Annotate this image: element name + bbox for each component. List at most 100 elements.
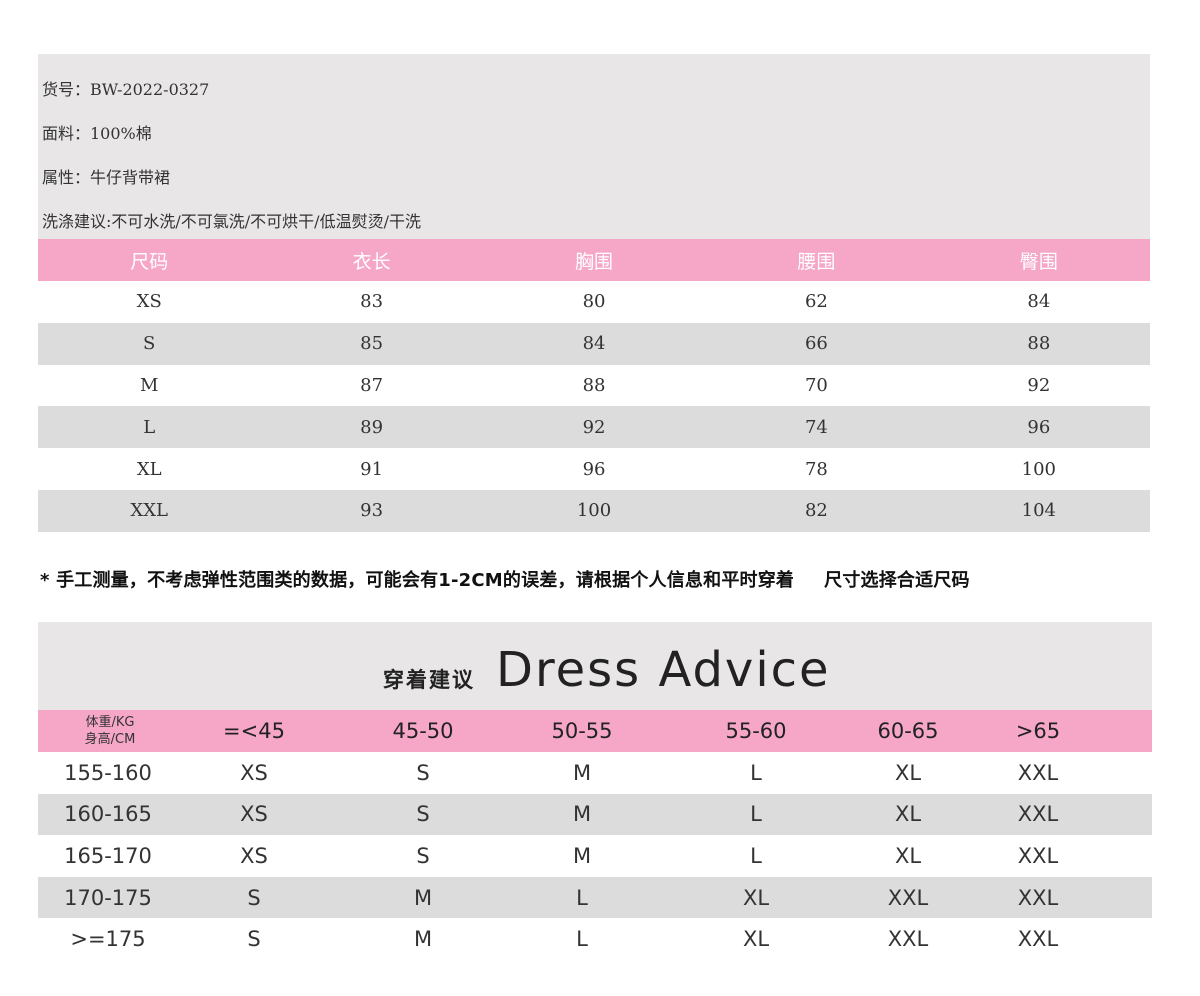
size-table-header: 尺码 衣长 胸围 腰围 臀围 bbox=[38, 239, 1150, 281]
measurement-cell: 80 bbox=[582, 291, 606, 313]
measurement-cell: 91 bbox=[360, 458, 384, 480]
measurement-cell: 62 bbox=[804, 291, 828, 313]
recommended-size: M bbox=[572, 760, 592, 785]
recommended-size: XXL bbox=[1017, 802, 1059, 827]
recommended-size: M bbox=[572, 843, 592, 868]
table-row: XS 83 80 62 84 bbox=[38, 281, 1150, 323]
recommended-size: L bbox=[576, 927, 588, 952]
table-row: L 89 92 74 96 bbox=[38, 406, 1150, 449]
measurement-cell: 88 bbox=[1027, 333, 1051, 355]
recommended-size: XL bbox=[894, 843, 922, 868]
recommended-size: XXL bbox=[887, 885, 929, 910]
table-row: 170-175 S M L XL XXL XXL bbox=[38, 876, 1152, 919]
weight-range-header: 55-60 bbox=[725, 719, 787, 743]
header-cell: 胸围 bbox=[575, 250, 614, 273]
corner-label: 体重/KG 身高/CM bbox=[85, 714, 136, 748]
size-label: XXL bbox=[130, 500, 168, 522]
recommended-size: XS bbox=[240, 843, 268, 868]
table-row: 165-170 XS S M L XL XXL bbox=[38, 835, 1152, 877]
weight-range-header: 50-55 bbox=[551, 719, 613, 743]
weight-range-header: =<45 bbox=[223, 719, 285, 743]
advice-table-header: 体重/KG 身高/CM =<45 45-50 50-55 55-60 60-65 >65 bbox=[38, 710, 1152, 752]
size-label: XL bbox=[136, 458, 162, 480]
recommended-size: M bbox=[413, 927, 433, 952]
fabric: 面料：100%棉 bbox=[42, 124, 152, 143]
measurement-cell: 104 bbox=[1021, 500, 1056, 522]
height-range: 155-160 bbox=[64, 760, 152, 785]
recommended-size: XL bbox=[894, 802, 922, 827]
table-row: 155-160 XS S M L XL XXL bbox=[38, 752, 1152, 794]
washing-advice: 洗涤建议:不可水洗/不可氯洗/不可烘干/低温熨烫/干洗 bbox=[42, 212, 421, 231]
recommended-size: XXL bbox=[887, 927, 929, 952]
table-row: XXL 93 100 82 104 bbox=[38, 489, 1150, 532]
measurement-cell: 96 bbox=[582, 458, 606, 480]
measurement-cell: 84 bbox=[1027, 291, 1051, 313]
note-text: * 手工测量，不考虑弹性范围类的数据，可能会有1-2CM的误差，请根据个人信息和… bbox=[40, 570, 795, 591]
advice-title-cn: 穿着建议 bbox=[383, 668, 475, 692]
recommended-size: M bbox=[572, 802, 592, 827]
measurement-cell: 92 bbox=[582, 416, 606, 438]
recommended-size: XXL bbox=[1017, 927, 1059, 952]
size-label: M bbox=[139, 374, 159, 396]
table-row: >=175 S M L XL XXL XXL bbox=[38, 918, 1152, 960]
measurement-cell: 78 bbox=[804, 458, 828, 480]
measurement-cell: 92 bbox=[1027, 374, 1051, 396]
recommended-size: L bbox=[750, 843, 762, 868]
recommended-size: S bbox=[416, 843, 430, 868]
recommended-size: L bbox=[750, 760, 762, 785]
advice-title-en: Dress Advice bbox=[496, 642, 831, 698]
measurement-cell: 88 bbox=[582, 374, 606, 396]
size-table: 尺码 衣长 胸围 腰围 臀围 XS 83 80 62 84 S 85 84 66 88 M 87 88 7… bbox=[38, 239, 1150, 532]
recommended-size: XL bbox=[894, 760, 922, 785]
height-range: 160-165 bbox=[64, 802, 152, 827]
recommended-size: S bbox=[247, 885, 261, 910]
weight-range-header: 60-65 bbox=[877, 719, 939, 743]
recommended-size: XS bbox=[240, 760, 268, 785]
dress-advice-table: 体重/KG 身高/CM =<45 45-50 50-55 55-60 60-65 >65 … bbox=[38, 710, 1152, 960]
recommended-size: XL bbox=[742, 885, 770, 910]
measurement-cell: 89 bbox=[360, 416, 384, 438]
height-label: 身高/CM bbox=[84, 732, 136, 747]
measurement-cell: 96 bbox=[1027, 416, 1051, 438]
recommended-size: XXL bbox=[1017, 885, 1059, 910]
dress-advice-heading: 穿着建议 Dress Advice bbox=[38, 622, 1152, 710]
height-range: 165-170 bbox=[64, 843, 152, 868]
size-label: S bbox=[143, 333, 156, 355]
product-info-panel: 货号：BW-2022-0327 面料：100%棉 属性：牛仔背带裙 洗涤建议:不… bbox=[38, 54, 1150, 239]
measurement-cell: 93 bbox=[360, 500, 384, 522]
measurement-cell: 82 bbox=[804, 500, 828, 522]
recommended-size: L bbox=[750, 802, 762, 827]
measurement-cell: 87 bbox=[360, 374, 384, 396]
attribute: 属性：牛仔背带裙 bbox=[42, 168, 171, 187]
recommended-size: S bbox=[416, 802, 430, 827]
measurement-cell: 100 bbox=[1021, 458, 1056, 480]
recommended-size: XS bbox=[240, 802, 268, 827]
table-row: 160-165 XS S M L XL XXL bbox=[38, 793, 1152, 836]
note-text-end: 尺寸选择合适尺码 bbox=[824, 570, 970, 591]
measurement-cell: 85 bbox=[360, 333, 384, 355]
recommended-size: M bbox=[413, 885, 433, 910]
recommended-size: S bbox=[416, 760, 430, 785]
measurement-cell: 66 bbox=[804, 333, 828, 355]
recommended-size: S bbox=[247, 927, 261, 952]
item-number: 货号：BW-2022-0327 bbox=[42, 80, 210, 99]
weight-range-header: >65 bbox=[1015, 719, 1061, 743]
weight-range-header: 45-50 bbox=[392, 719, 454, 743]
height-range: 170-175 bbox=[64, 885, 152, 910]
header-cell: 臀围 bbox=[1019, 250, 1058, 273]
measurement-cell: 100 bbox=[576, 500, 612, 522]
recommended-size: XXL bbox=[1017, 843, 1059, 868]
header-cell: 腰围 bbox=[797, 250, 836, 273]
measurement-cell: 74 bbox=[804, 416, 828, 438]
measurement-cell: 83 bbox=[360, 291, 384, 313]
table-row: XL 91 96 78 100 bbox=[38, 448, 1150, 490]
table-row: S 85 84 66 88 bbox=[38, 322, 1150, 365]
table-row: M 87 88 70 92 bbox=[38, 365, 1150, 407]
measurement-note: * 手工测量，不考虑弹性范围类的数据，可能会有1-2CM的误差，请根据个人信息和… bbox=[40, 566, 970, 592]
header-cell: 衣长 bbox=[352, 250, 391, 273]
size-label: L bbox=[143, 416, 156, 438]
measurement-cell: 84 bbox=[582, 333, 606, 355]
size-label: XS bbox=[136, 291, 162, 313]
recommended-size: XL bbox=[742, 927, 770, 952]
weight-label: 体重/KG bbox=[85, 715, 135, 730]
